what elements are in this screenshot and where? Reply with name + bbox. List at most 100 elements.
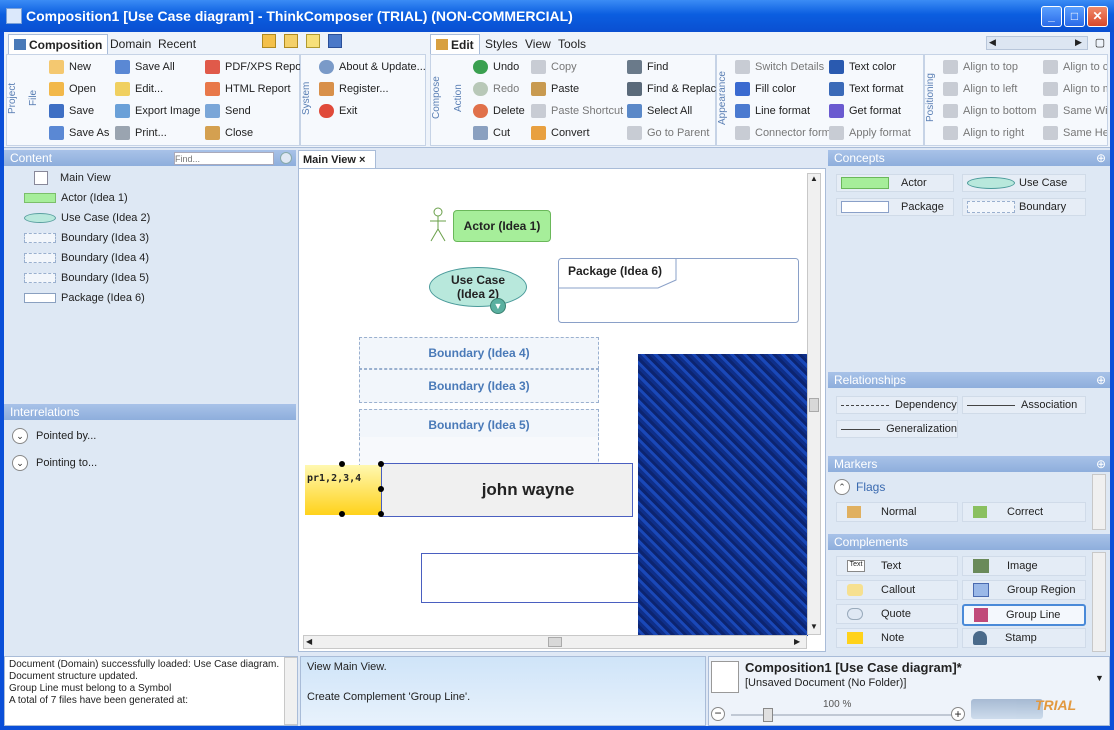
john-wayne-shape[interactable]: john wayne	[381, 463, 633, 517]
scroll-up-icon[interactable]: ▲	[810, 174, 818, 183]
send-button[interactable]: Send	[205, 101, 308, 121]
complement-group-line[interactable]: Group Line	[962, 604, 1086, 626]
zoom-slider-thumb[interactable]	[763, 708, 773, 722]
horizontal-scroll-thumb[interactable]	[548, 637, 562, 647]
scroll-left-icon[interactable]: ◀	[306, 637, 312, 646]
scroll-right-icon[interactable]: ▶	[794, 637, 800, 646]
tab-edit[interactable]: Edit	[430, 34, 480, 54]
text-format-button[interactable]: Text format	[829, 79, 911, 99]
same-width-button[interactable]: Same Wid	[1043, 101, 1107, 121]
ribbon-pin-button[interactable]: ▢	[1094, 36, 1106, 50]
tab-main-view[interactable]: Main View ×	[298, 150, 376, 168]
close-doc-button[interactable]: Close	[205, 123, 308, 143]
close-tab-icon[interactable]: ×	[359, 154, 365, 166]
align-bottom-button[interactable]: Align to bottom	[943, 101, 1036, 121]
new-button[interactable]: New	[49, 57, 109, 77]
forest-image[interactable]	[638, 354, 808, 636]
selection-handle[interactable]	[378, 511, 384, 517]
new-doc-icon[interactable]	[262, 34, 276, 48]
ribbon-scrollbar[interactable]: ◀ ▶	[986, 36, 1088, 50]
fill-color-button[interactable]: Fill color	[735, 79, 840, 99]
tab-styles[interactable]: Styles	[480, 34, 523, 54]
add-icon[interactable]: ⊕	[1096, 456, 1106, 472]
pdf-report-button[interactable]: PDF/XPS Report	[205, 57, 308, 77]
cut-button[interactable]: Cut	[473, 123, 525, 143]
marker-normal[interactable]: Normal	[836, 502, 958, 522]
edit-properties-button[interactable]: Edit...	[115, 79, 200, 99]
open-button[interactable]: Open	[49, 79, 109, 99]
tree-item-boundary4[interactable]: Boundary (Idea 4)	[4, 248, 296, 268]
tree-item-boundary5[interactable]: Boundary (Idea 5)	[4, 268, 296, 288]
select-all-button[interactable]: Select All	[627, 101, 722, 121]
print-button[interactable]: Print...	[115, 123, 200, 143]
selection-handle[interactable]	[378, 486, 384, 492]
complements-scrollbar[interactable]	[1092, 552, 1106, 652]
complement-callout[interactable]: Callout	[836, 580, 958, 600]
marker-correct[interactable]: Correct	[962, 502, 1086, 522]
boundary3-shape[interactable]: Boundary (Idea 3)	[359, 369, 599, 403]
find-replace-button[interactable]: Find & Replace	[627, 79, 722, 99]
close-button[interactable]: ✕	[1087, 6, 1108, 27]
save-all-button[interactable]: Save All	[115, 57, 200, 77]
add-icon[interactable]: ⊕	[1096, 372, 1106, 388]
tab-tools[interactable]: Tools	[553, 34, 591, 54]
selection-handle[interactable]	[339, 511, 345, 517]
edit-icon[interactable]	[306, 34, 320, 48]
vertical-scroll-thumb[interactable]	[809, 398, 819, 412]
selection-handle[interactable]	[339, 461, 345, 467]
complement-group-region[interactable]: Group Region	[962, 580, 1086, 600]
register-button[interactable]: Register...	[319, 79, 426, 99]
zoom-out-button[interactable]: −	[711, 707, 725, 721]
convert-button[interactable]: Convert	[531, 123, 623, 143]
selection-handle[interactable]	[378, 461, 384, 467]
exit-button[interactable]: Exit	[319, 101, 426, 121]
scroll-down-icon[interactable]: ▼	[810, 622, 818, 631]
align-center-button[interactable]: Align to ce	[1043, 57, 1107, 77]
same-height-button[interactable]: Same Heig	[1043, 123, 1107, 143]
complement-note[interactable]: Note	[836, 628, 958, 648]
find-button[interactable]: Find	[627, 57, 722, 77]
save-as-button[interactable]: Save As	[49, 123, 109, 143]
html-report-button[interactable]: HTML Report	[205, 79, 308, 99]
complement-image[interactable]: Image	[962, 556, 1086, 576]
dropdown-arrow-icon[interactable]: ▼	[1095, 673, 1104, 683]
line-format-button[interactable]: Line format	[735, 101, 840, 121]
complement-stamp[interactable]: Stamp	[962, 628, 1086, 648]
save-icon[interactable]	[328, 34, 342, 48]
flags-group-header[interactable]: ⌃ Flags	[834, 479, 885, 495]
copy-button[interactable]: Copy	[531, 57, 623, 77]
pointed-by-item[interactable]: ⌄ Pointed by...	[12, 428, 96, 444]
paste-button[interactable]: Paste	[531, 79, 623, 99]
open-folder-icon[interactable]	[284, 34, 298, 48]
tab-composition[interactable]: Composition	[8, 34, 109, 54]
find-options-icon[interactable]	[280, 152, 292, 164]
add-icon[interactable]: ⊕	[1096, 150, 1106, 166]
markers-scrollbar[interactable]	[1092, 474, 1106, 530]
go-to-parent-button[interactable]: Go to Parent	[627, 123, 722, 143]
about-update-button[interactable]: About & Update...	[319, 57, 426, 77]
connector-format-button[interactable]: Connector format	[735, 123, 840, 143]
concept-actor[interactable]: Actor	[836, 174, 954, 192]
complement-quote[interactable]: Quote	[836, 604, 958, 624]
tree-item-actor[interactable]: Actor (Idea 1)	[4, 188, 296, 208]
align-left-button[interactable]: Align to left	[943, 79, 1036, 99]
maximize-button[interactable]: □	[1064, 6, 1085, 27]
get-format-button[interactable]: Get format	[829, 101, 911, 121]
group-line-shape[interactable]	[421, 553, 643, 603]
tab-domain[interactable]: Domain	[105, 34, 156, 54]
undo-button[interactable]: Undo	[473, 57, 525, 77]
minimize-button[interactable]: _	[1041, 6, 1062, 27]
complement-text[interactable]: Text Text	[836, 556, 958, 576]
relationship-dependency[interactable]: Dependency	[836, 396, 958, 414]
concept-usecase[interactable]: Use Case	[962, 174, 1086, 192]
redo-button[interactable]: Redo	[473, 79, 525, 99]
canvas-vertical-scrollbar[interactable]: ▲ ▼	[807, 173, 821, 635]
save-button[interactable]: Save	[49, 101, 109, 121]
expand-details-icon[interactable]: ▼	[490, 298, 506, 314]
boundary4-shape[interactable]: Boundary (Idea 4)	[359, 337, 599, 369]
apply-format-button[interactable]: Apply format	[829, 123, 911, 143]
canvas-horizontal-scrollbar[interactable]: ◀ ▶	[303, 635, 807, 649]
message-log[interactable]: Document (Domain) successfully loaded: U…	[4, 656, 298, 726]
tab-recent[interactable]: Recent	[153, 34, 201, 54]
tree-item-boundary3[interactable]: Boundary (Idea 3)	[4, 228, 296, 248]
